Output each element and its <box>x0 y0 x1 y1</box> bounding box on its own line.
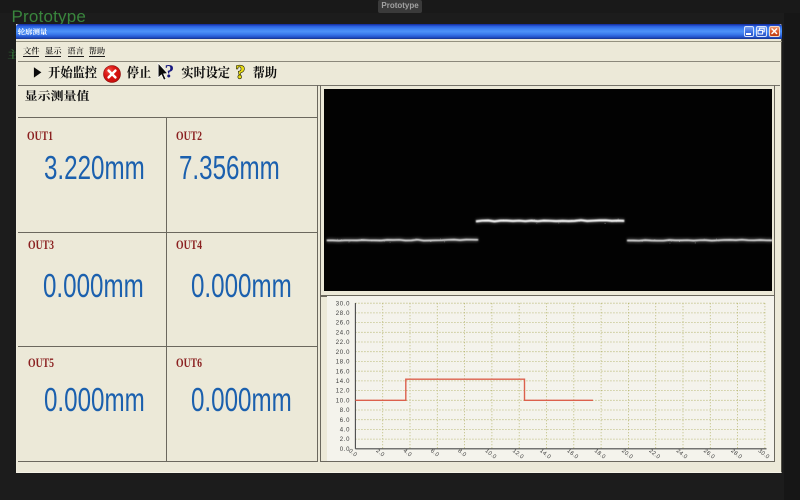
svg-text:18.0: 18.0 <box>593 448 607 460</box>
svg-text:4.0: 4.0 <box>402 448 413 458</box>
svg-text:4.0: 4.0 <box>340 428 350 434</box>
svg-text:22.0: 22.0 <box>647 448 661 460</box>
svg-text:8.0: 8.0 <box>456 448 467 458</box>
svg-text:14.0: 14.0 <box>336 379 350 385</box>
svg-text:30.0: 30.0 <box>336 301 350 307</box>
svg-text:12.0: 12.0 <box>336 389 350 395</box>
svg-text:10.0: 10.0 <box>484 448 498 460</box>
svg-text:2.0: 2.0 <box>340 437 350 443</box>
svg-text:26.0: 26.0 <box>336 321 350 327</box>
svg-text:18.0: 18.0 <box>336 360 350 366</box>
svg-text:16.0: 16.0 <box>336 369 350 375</box>
svg-text:24.0: 24.0 <box>675 448 689 460</box>
svg-text:6.0: 6.0 <box>340 418 350 424</box>
svg-text:22.0: 22.0 <box>336 340 350 346</box>
svg-text:20.0: 20.0 <box>620 448 634 460</box>
svg-text:8.0: 8.0 <box>340 408 350 414</box>
svg-text:28.0: 28.0 <box>336 311 350 317</box>
svg-text:6.0: 6.0 <box>429 448 440 458</box>
svg-text:2.0: 2.0 <box>374 448 385 458</box>
svg-text:10.0: 10.0 <box>336 398 350 404</box>
svg-text:20.0: 20.0 <box>336 350 350 356</box>
svg-text:30.0: 30.0 <box>757 448 771 460</box>
svg-text:28.0: 28.0 <box>729 448 743 460</box>
svg-text:24.0: 24.0 <box>336 330 350 336</box>
svg-text:0.0: 0.0 <box>347 448 358 458</box>
svg-text:16.0: 16.0 <box>566 448 580 460</box>
svg-text:26.0: 26.0 <box>702 448 716 460</box>
svg-text:12.0: 12.0 <box>511 448 525 460</box>
svg-text:14.0: 14.0 <box>538 448 552 460</box>
